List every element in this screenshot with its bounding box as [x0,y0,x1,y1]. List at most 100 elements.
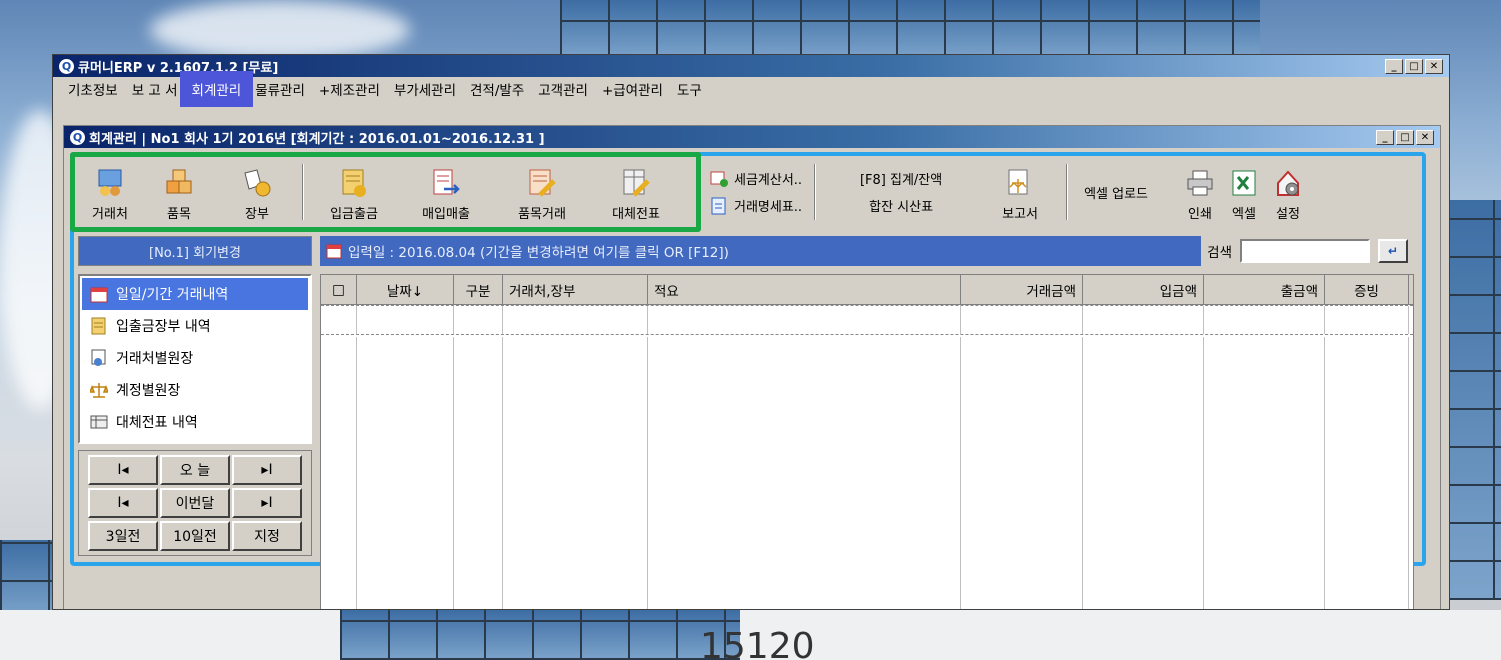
menu-manufacturing[interactable]: +제조관리 [312,76,387,102]
gear-icon [1277,170,1300,196]
col-amount[interactable]: 거래금액 [961,275,1083,304]
search-go-button[interactable]: ↵ [1378,239,1408,263]
date-info-bar[interactable]: 입력일 : 2016.08.04 (기간을 변경하려면 여기를 클릭 OR [F… [320,236,1414,266]
col-date[interactable]: 날짜↓ [357,275,454,304]
main-titlebar: Q 큐머니ERP v 2.1607.1.2 [무료] _ □ ✕ [53,55,1449,77]
transactions-table: □ 날짜↓ 구분 거래처,장부 적요 거래금액 입금액 출금액 증빙 [320,274,1414,609]
menu-payroll[interactable]: +급여관리 [595,76,670,102]
search-area: 검색 ↵ [1201,236,1414,266]
deposit-withdraw-icon [342,169,366,197]
table-row[interactable] [321,305,1413,335]
client-ledger-icon [91,349,106,366]
transfer-slip-button[interactable]: 대체전표 [590,165,682,228]
left-panel: [No.1] 회기변경 일일/기간 거래내역 입출금장부 내역 거래처별원장 계… [78,236,312,556]
entry-date-text: 입력일 : 2016.08.04 (기간을 변경하려면 여기를 클릭 OR [F… [348,245,729,261]
menu-reports[interactable]: 보 고 서 [125,76,185,102]
menu-quote-order[interactable]: 견적/발주 [463,76,531,102]
child-title: 회계관리 | No1 회사 1기 2016년 [회계기간 : 2016.01.0… [89,131,545,147]
statement-button[interactable]: 거래명세표.. [704,192,808,219]
prev-month-button[interactable]: I◂ [88,488,158,518]
custom-range-button[interactable]: 지정 [232,521,302,551]
ledger-book-icon [91,317,106,335]
ledger-button[interactable]: 장부 [218,165,296,228]
col-description[interactable]: 적요 [648,275,961,304]
col-type[interactable]: 구분 [454,275,503,304]
right-panel: 입력일 : 2016.08.04 (기간을 변경하려면 여기를 클릭 OR [F… [320,236,1414,609]
transfer-slip-icon [623,169,650,197]
slip-icon [90,415,108,429]
app-logo-icon: Q [59,58,74,74]
client-icon [98,169,122,196]
next-month-button[interactable]: ▸I [232,488,302,518]
tax-invoice-icon [710,171,728,187]
item-trade-icon [529,169,556,197]
tax-invoice-button[interactable]: 세금계산서.. [704,165,808,192]
purchase-sales-button[interactable]: 매입매출 [398,165,494,228]
item-button[interactable]: 품목 [140,165,218,228]
statement-icon [711,197,726,214]
child-maximize-button[interactable]: □ [1396,129,1414,145]
three-days-ago-button[interactable]: 3일전 [88,521,158,551]
excel-button[interactable]: 엑셀 [1222,156,1266,228]
col-withdrawal[interactable]: 출금액 [1204,275,1325,304]
settings-button[interactable]: 설정 [1266,156,1310,228]
close-button[interactable]: ✕ [1425,58,1443,74]
prev-day-button[interactable]: I◂ [88,455,158,485]
enter-icon: ↵ [1387,244,1399,258]
maximize-button[interactable]: □ [1405,58,1423,74]
calendar-icon [326,244,342,259]
table-header: □ 날짜↓ 구분 거래처,장부 적요 거래금액 입금액 출금액 증빙 [321,275,1413,305]
accounting-content: 거래처 품목 장부 입금출금 매입매출 품목거래 대체전표 세금계산서.. 거래… [70,152,1426,609]
today-button[interactable]: 오 늘 [160,455,230,485]
app-title: 큐머니ERP v 2.1607.1.2 [무료] [78,60,279,76]
child-minimize-button[interactable]: _ [1376,129,1394,145]
next-day-button[interactable]: ▸I [232,455,302,485]
date-buttons: I◂ 오 늘 ▸I I◂ 이번달 ▸I 3일전 10일전 지정 [78,450,312,556]
nav-client-ledger[interactable]: 거래처별원장 [82,342,308,374]
menu-tools[interactable]: 도구 [670,76,709,102]
col-client-ledger[interactable]: 거래처,장부 [503,275,648,304]
calendar-icon [90,287,108,303]
deposit-withdraw-button[interactable]: 입금출금 [310,165,398,228]
client-button[interactable]: 거래처 [80,165,140,228]
this-month-button[interactable]: 이번달 [160,488,230,518]
child-close-button[interactable]: ✕ [1416,129,1434,145]
item-trade-button[interactable]: 품목거래 [494,165,590,228]
menu-customer[interactable]: 고객관리 [531,76,595,102]
excel-icon [1232,170,1256,196]
nav-account-ledger[interactable]: 계정별원장 [82,374,308,406]
report-icon [1008,169,1028,195]
menu-vat[interactable]: 부가세관리 [387,76,463,102]
trial-balance-button[interactable]: 합잔 시산표 [869,196,933,215]
nav-list: 일일/기간 거래내역 입출금장부 내역 거래처별원장 계정별원장 대체전표 내역 [78,274,312,444]
minimize-button[interactable]: _ [1385,58,1403,74]
search-label: 검색 [1207,245,1232,261]
ledger-icon [244,169,271,197]
nav-transfer-slips[interactable]: 대체전표 내역 [82,406,308,438]
col-select[interactable]: □ [321,275,357,304]
nav-cash-ledger[interactable]: 입출금장부 내역 [82,310,308,342]
print-button[interactable]: 인쇄 [1178,156,1222,228]
period-change-button[interactable]: [No.1] 회기변경 [78,236,312,266]
menu-bar: 기초정보 보 고 서 회계관리 물류관리 +제조관리 부가세관리 견적/발주 고… [53,71,1449,107]
menu-logistics[interactable]: 물류관리 [248,76,312,102]
child-logo-icon: Q [70,129,85,145]
search-input[interactable] [1240,239,1370,263]
main-window: Q 큐머니ERP v 2.1607.1.2 [무료] _ □ ✕ 기초정보 보 … [52,54,1450,610]
menu-basic-info[interactable]: 기초정보 [61,76,125,102]
child-titlebar: Q 회계관리 | No1 회사 1기 2016년 [회계기간 : 2016.01… [64,126,1440,148]
excel-upload-button[interactable]: 엑셀 업로드 [1084,183,1148,202]
col-deposit[interactable]: 입금액 [1083,275,1204,304]
building-number: 15120 [700,626,815,660]
printer-icon [1187,170,1213,196]
menu-accounting[interactable]: 회계관리 [179,71,254,107]
nav-daily-transactions[interactable]: 일일/기간 거래내역 [82,278,308,310]
col-evidence[interactable]: 증빙 [1325,275,1409,304]
toolbar: 거래처 품목 장부 입금출금 매입매출 품목거래 대체전표 세금계산서.. 거래… [70,152,1422,232]
ten-days-ago-button[interactable]: 10일전 [160,521,230,551]
accounting-window: Q 회계관리 | No1 회사 1기 2016년 [회계기간 : 2016.01… [63,125,1441,609]
report-button[interactable]: 보고서 [980,156,1060,228]
item-icon [166,169,192,194]
summary-balance-button[interactable]: [F8] 집계/잔액 [860,169,942,188]
purchase-sales-icon [433,169,460,195]
